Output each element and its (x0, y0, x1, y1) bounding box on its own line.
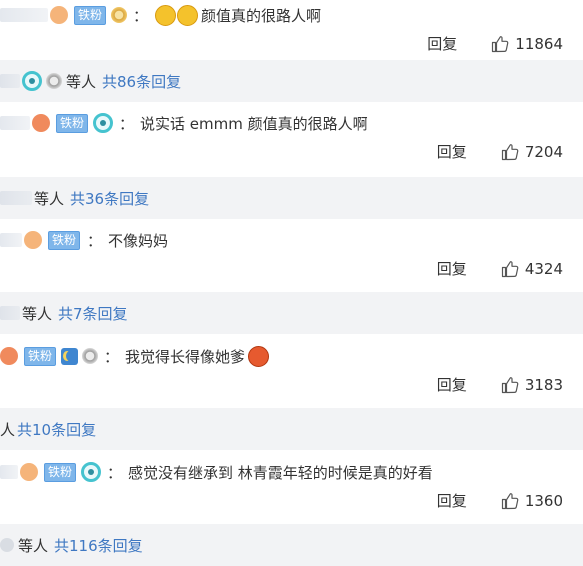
ring-badge-icon (93, 113, 114, 133)
persons-suffix: 人 (0, 420, 16, 439)
fan-badge: 铁粉 (24, 346, 57, 366)
username-blurred (0, 306, 20, 320)
comment-meta: 铁粉 ： 感觉没有继承到 林青霞年轻的时候是真的好看 (0, 461, 433, 483)
thumbs-up-icon[interactable] (501, 260, 519, 278)
fan-badge: 铁粉 (44, 462, 77, 482)
reply-summary-bar[interactable]: 等人 共36条回复 (0, 177, 583, 219)
thumbs-up-icon[interactable] (501, 376, 519, 394)
avatar[interactable] (0, 347, 18, 365)
comment-meta: 铁粉 ： 我觉得长得像她爹 (0, 345, 270, 367)
thumbs-up-icon[interactable] (501, 492, 519, 510)
reply-button[interactable]: 回复 (437, 490, 467, 511)
thumbs-up-icon[interactable] (491, 35, 509, 53)
username-blurred (0, 74, 20, 88)
comment-actions: 回复 3183 (437, 374, 563, 395)
fan-badge: 铁粉 (48, 230, 81, 250)
view-replies-link[interactable]: 共7条回复 (58, 303, 128, 324)
comment-actions: 回复 1360 (437, 490, 563, 511)
colon: ： (104, 347, 120, 366)
crying-emoji-icon (248, 345, 270, 367)
moon-badge-icon (61, 347, 79, 365)
username-blurred[interactable] (0, 465, 18, 479)
view-replies-link[interactable]: 共116条回复 (54, 535, 143, 556)
persons-suffix: 等人 (34, 189, 65, 208)
ring-badge-icon (22, 71, 42, 91)
colon: ： (133, 6, 149, 25)
reply-summary-bar[interactable]: 等人 共116条回复 (0, 524, 583, 566)
comment-meta: 铁粉 ： 颜值真的很路人啊 (0, 4, 321, 26)
reply-button[interactable]: 回复 (427, 33, 457, 54)
view-replies-link[interactable]: 共36条回复 (70, 188, 149, 209)
comment-text: 说实话 emmm 颜值真的很路人啊 (140, 114, 368, 133)
comment-text: 颜值真的很路人啊 (201, 6, 322, 25)
view-replies-link[interactable]: 共86条回复 (102, 71, 181, 92)
like-count: 4324 (524, 259, 563, 278)
persons-suffix: 等人 (22, 304, 53, 323)
like-count: 3183 (524, 375, 563, 394)
comment-actions: 回复 4324 (437, 258, 563, 279)
persons-suffix: 等人 (66, 72, 97, 91)
comment-text: 不像妈妈 (108, 231, 169, 250)
silver-medal-icon (82, 348, 99, 364)
view-replies-link[interactable]: 共10条回复 (17, 419, 96, 440)
username-blurred (0, 191, 32, 205)
reply-button[interactable]: 回复 (437, 374, 467, 395)
reply-button[interactable]: 回复 (437, 141, 467, 162)
username-blurred[interactable] (0, 8, 48, 22)
reply-button[interactable]: 回复 (437, 258, 467, 279)
medal-icon (111, 7, 128, 23)
username-blurred[interactable] (0, 233, 22, 247)
comment-text: 感觉没有继承到 林青霞年轻的时候是真的好看 (128, 463, 433, 482)
avatar[interactable] (32, 114, 50, 132)
comment-meta: 铁粉 ： 不像妈妈 (0, 229, 168, 251)
persons-suffix: 等人 (18, 536, 49, 555)
like-count: 11864 (515, 34, 563, 53)
comment-actions: 回复 7204 (437, 141, 563, 162)
reply-summary-bar[interactable]: 等人 共86条回复 (0, 60, 583, 102)
fan-badge: 铁粉 (56, 113, 89, 133)
laughing-emoji-icon (155, 4, 177, 26)
fan-badge: 铁粉 (74, 5, 107, 25)
laughing-emoji-icon (177, 4, 199, 26)
comment-text: 我觉得长得像她爹 (125, 347, 246, 366)
colon: ： (87, 231, 103, 250)
username-blurred[interactable] (0, 116, 30, 130)
like-count: 7204 (524, 142, 563, 161)
like-count: 1360 (524, 491, 563, 510)
avatar[interactable] (20, 463, 38, 481)
ring-badge-icon (81, 462, 102, 482)
comment-actions: 回复 11864 (427, 33, 563, 54)
reply-summary-bar[interactable]: 人 共10条回复 (0, 408, 583, 450)
avatar[interactable] (50, 6, 68, 24)
avatar[interactable] (24, 231, 42, 249)
comment-meta: 铁粉 ： 说实话 emmm 颜值真的很路人啊 (0, 112, 368, 134)
colon: ： (107, 463, 123, 482)
thumbs-up-icon[interactable] (501, 143, 519, 161)
reply-summary-bar[interactable]: 等人 共7条回复 (0, 292, 583, 334)
silver-medal-icon (46, 73, 62, 89)
colon: ： (119, 114, 135, 133)
avatar (0, 538, 14, 552)
